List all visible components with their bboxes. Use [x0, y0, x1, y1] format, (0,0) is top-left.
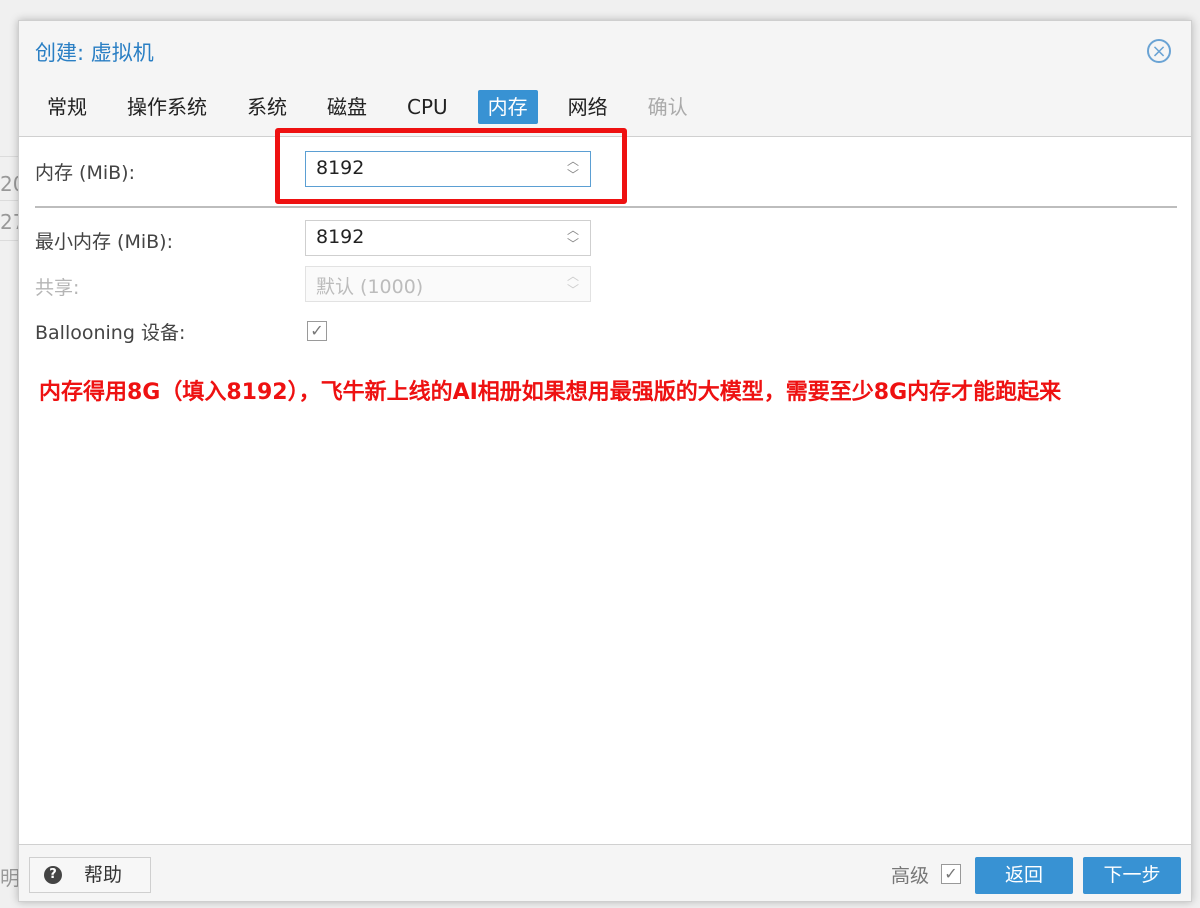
tab-cpu[interactable]: CPU — [397, 90, 458, 124]
spinner-arrows-icon: ︿ ﹀ — [566, 269, 579, 297]
min-memory-value: 8192 — [316, 226, 365, 248]
highlight-box — [275, 128, 627, 204]
annotation-text: 内存得用8G（填入8192），飞牛新上线的AI相册如果想用最强版的大模型，需要至… — [39, 380, 1062, 405]
shares-value: 默认 (1000) — [316, 276, 424, 298]
memory-label: 内存 (MiB): — [35, 162, 135, 184]
tab-os[interactable]: 操作系统 — [117, 90, 217, 124]
close-icon[interactable]: × — [1147, 39, 1171, 63]
min-memory-input[interactable]: 8192 ︿ ﹀ — [305, 220, 591, 256]
ballooning-label: Ballooning 设备: — [35, 322, 186, 344]
advanced-checkbox[interactable]: ✓ — [941, 864, 961, 884]
next-button[interactable]: 下一步 — [1083, 857, 1181, 894]
ballooning-checkbox[interactable]: ✓ — [307, 321, 327, 341]
tab-memory[interactable]: 内存 — [477, 90, 538, 124]
advanced-label: 高级 — [890, 865, 929, 887]
help-button[interactable]: ? 帮助 — [29, 857, 151, 893]
dialog-header: 创建: 虚拟机 × 常规 操作系统 系统 磁盘 CPU 内存 网络 确认 — [19, 21, 1191, 137]
background-divider — [0, 156, 18, 157]
help-button-label: 帮助 — [84, 864, 123, 886]
dialog-footer: ? 帮助 高级 ✓ 返回 下一步 — [19, 844, 1191, 901]
help-icon: ? — [44, 866, 62, 884]
tab-confirm: 确认 — [647, 95, 688, 119]
tab-disk[interactable]: 磁盘 — [317, 90, 377, 124]
background-divider — [0, 200, 18, 201]
section-divider — [35, 206, 1177, 208]
spinner-arrows-icon[interactable]: ︿ ﹀ — [564, 223, 582, 253]
tab-system[interactable]: 系统 — [237, 90, 297, 124]
back-button[interactable]: 返回 — [975, 857, 1073, 894]
shares-label: 共享: — [35, 277, 80, 299]
shares-input: 默认 (1000) ︿ ﹀ — [305, 266, 591, 302]
tab-general[interactable]: 常规 — [37, 90, 97, 124]
wizard-tabs: 常规 操作系统 系统 磁盘 CPU 内存 网络 确认 — [37, 90, 718, 124]
dialog-title: 创建: 虚拟机 — [35, 41, 154, 65]
tab-network[interactable]: 网络 — [558, 90, 618, 124]
background-divider — [0, 240, 18, 241]
create-vm-dialog: 创建: 虚拟机 × 常规 操作系统 系统 磁盘 CPU 内存 网络 确认 内存 … — [18, 20, 1192, 902]
min-memory-label: 最小内存 (MiB): — [35, 231, 173, 253]
background-text: 明 — [0, 866, 20, 890]
